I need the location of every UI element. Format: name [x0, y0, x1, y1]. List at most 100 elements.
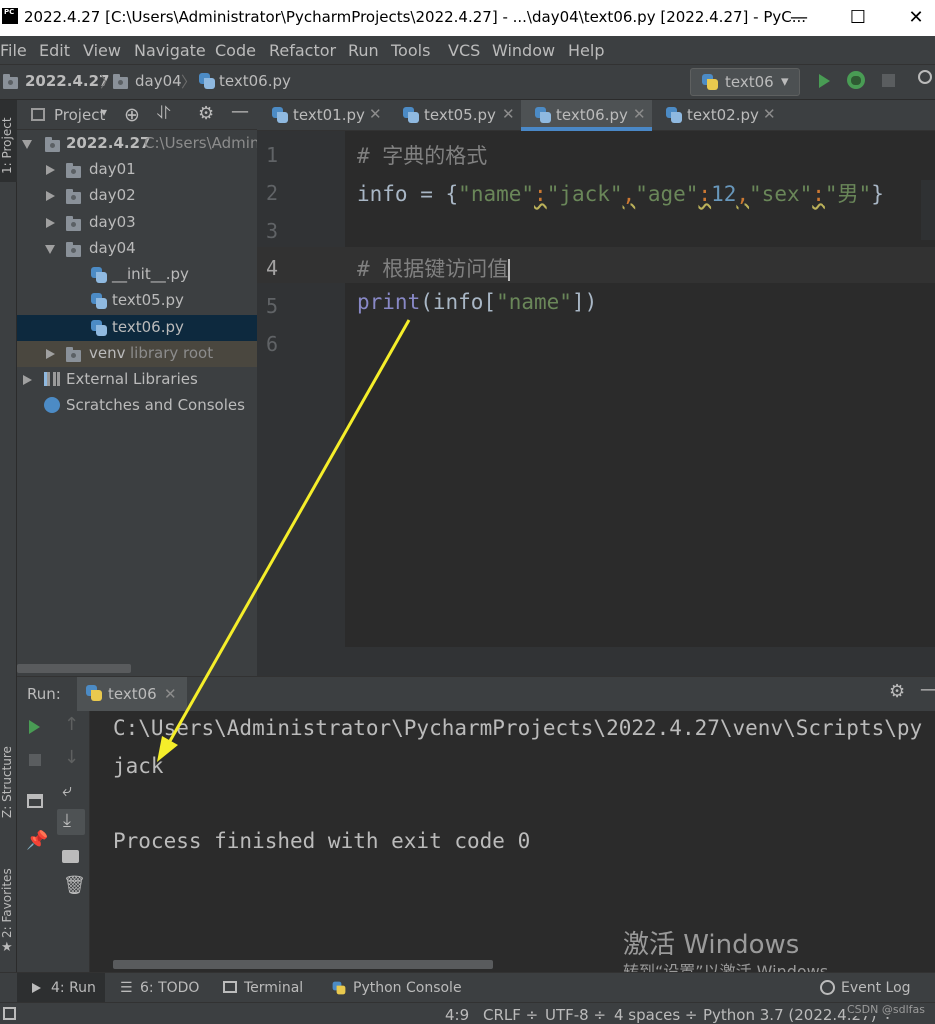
tool-window-bar: 4: Run ☰ 6: TODO Terminal Python Console…: [0, 972, 935, 1003]
editor-scroll-gutter: [921, 180, 935, 240]
breadcrumb-project[interactable]: 2022.4.27: [25, 72, 109, 90]
python-file-icon: [199, 73, 215, 89]
tree-item-init[interactable]: __init__.py: [17, 262, 257, 288]
menu-navigate[interactable]: Navigate: [134, 41, 206, 60]
breadcrumb-file[interactable]: text06.py: [219, 72, 291, 90]
code-editor[interactable]: [345, 131, 935, 647]
scroll-to-end-button[interactable]: ⤓: [57, 809, 85, 835]
csdn-credit-watermark: CSDN @sdlfas: [845, 1003, 927, 1016]
structure-side-tab[interactable]: Z: Structure: [0, 746, 14, 818]
menu-run[interactable]: Run: [348, 41, 379, 60]
project-panel-title[interactable]: Project: [54, 106, 105, 124]
file-encoding[interactable]: UTF-8 ÷: [545, 1006, 606, 1024]
python-file-icon: [91, 293, 107, 309]
menu-view[interactable]: View: [83, 41, 121, 60]
tool-run-button[interactable]: 4: Run: [17, 973, 105, 1003]
rerun-button[interactable]: [29, 720, 40, 734]
tab-text06-active[interactable]: text06.py ✕: [521, 100, 652, 131]
folder-icon: [113, 74, 128, 89]
chevron-down-icon[interactable]: ▾: [101, 105, 107, 119]
tree-item-day01[interactable]: day01: [17, 157, 257, 183]
caret-position[interactable]: 4:9: [445, 1006, 469, 1024]
menu-file[interactable]: File: [0, 41, 27, 60]
debug-bug-icon[interactable]: [847, 71, 865, 89]
menu-window[interactable]: Window: [492, 41, 555, 60]
layout-icon[interactable]: [27, 794, 43, 808]
menu-edit[interactable]: Edit: [39, 41, 70, 60]
collapsed-arrow-icon: [23, 375, 32, 385]
tab-text01[interactable]: text01.py ✕: [257, 100, 388, 131]
tree-item-day04[interactable]: day04: [17, 236, 257, 262]
stop-button[interactable]: [882, 74, 895, 87]
tree-item-scratches[interactable]: Scratches and Consoles: [17, 393, 257, 419]
tool-terminal-button[interactable]: Terminal: [244, 980, 303, 996]
console-output-line: jack: [113, 754, 164, 778]
menu-refactor[interactable]: Refactor: [269, 41, 336, 60]
tree-item-day02[interactable]: day02: [17, 183, 257, 209]
stop-button[interactable]: [29, 754, 41, 766]
menu-code[interactable]: Code: [215, 41, 256, 60]
tree-item-label: day04: [89, 239, 136, 257]
locate-target-icon[interactable]: ⊕: [124, 104, 140, 126]
tree-item-label: __init__.py: [112, 265, 189, 283]
tree-item-day03[interactable]: day03: [17, 210, 257, 236]
gear-icon[interactable]: ⚙: [198, 103, 214, 124]
python-file-icon: [403, 107, 419, 123]
close-tab-icon[interactable]: ✕: [633, 105, 646, 123]
close-tab-icon[interactable]: ✕: [763, 105, 776, 123]
horizontal-scrollbar[interactable]: [17, 664, 131, 673]
line-number: 5: [266, 294, 279, 318]
trash-icon[interactable]: 🗑: [63, 875, 86, 896]
collapse-all-icon[interactable]: ⥯: [157, 103, 170, 124]
menu-vcs[interactable]: VCS: [448, 41, 480, 60]
close-window-button[interactable]: ✕: [893, 4, 935, 32]
pin-icon[interactable]: 📌: [26, 830, 48, 851]
maximize-button[interactable]: ☐: [835, 4, 881, 32]
text-cursor: [508, 259, 511, 281]
run-icon: [32, 983, 41, 993]
close-tab-icon[interactable]: ✕: [164, 685, 177, 703]
code-token: # 根据键访问值: [357, 257, 509, 281]
breadcrumb-folder[interactable]: day04: [135, 72, 182, 90]
folder-icon: [66, 189, 81, 204]
soft-wrap-icon[interactable]: ⤶: [62, 780, 72, 801]
run-button[interactable]: [819, 74, 830, 88]
menu-help[interactable]: Help: [568, 41, 604, 60]
run-tab-text06[interactable]: text06 ✕: [77, 677, 187, 712]
tree-item-text06-selected[interactable]: text06.py: [17, 315, 257, 341]
gear-icon[interactable]: ⚙: [889, 681, 905, 702]
tree-root[interactable]: 2022.4.27 C:\Users\Admin: [17, 131, 259, 157]
hide-panel-icon[interactable]: —: [920, 679, 935, 700]
tree-item-label: Scratches and Consoles: [66, 396, 245, 414]
run-configuration-name: text06: [725, 73, 774, 91]
tool-todo-button[interactable]: 6: TODO: [140, 980, 199, 996]
favorites-side-tab[interactable]: 2: Favorites: [0, 868, 14, 938]
close-tab-icon[interactable]: ✕: [369, 105, 382, 123]
tab-label: text01.py: [293, 106, 365, 124]
editor-tab-bar: text01.py ✕ text05.py ✕ text06.py ✕ text…: [257, 100, 935, 131]
tool-python-console-button[interactable]: Python Console: [353, 980, 462, 996]
tree-item-venv[interactable]: venv library root: [17, 341, 257, 367]
project-side-tab-label: 1: Project: [0, 117, 14, 174]
close-tab-icon[interactable]: ✕: [502, 105, 515, 123]
indent-setting[interactable]: 4 spaces ÷: [614, 1006, 697, 1024]
event-log-button[interactable]: Event Log: [841, 980, 911, 996]
run-configuration-select[interactable]: text06 ▾: [690, 68, 800, 96]
arrow-up-icon[interactable]: ↑: [64, 714, 79, 735]
arrow-down-icon[interactable]: ↓: [64, 747, 79, 768]
tab-text02[interactable]: text02.py ✕: [654, 100, 785, 131]
code-line-5: print(info["name"]): [357, 290, 597, 314]
tab-text05[interactable]: text05.py ✕: [390, 100, 521, 131]
line-separator[interactable]: CRLF ÷: [483, 1006, 538, 1024]
minimize-button[interactable]: —: [776, 4, 822, 32]
collapsed-arrow-icon: [46, 165, 55, 175]
tree-item-external-libraries[interactable]: External Libraries: [17, 367, 257, 393]
print-icon[interactable]: [62, 850, 79, 863]
toggle-tool-windows-icon[interactable]: [3, 1007, 16, 1020]
search-icon[interactable]: [918, 70, 932, 84]
tree-item-label: day02: [89, 186, 136, 204]
hide-panel-icon[interactable]: —: [231, 101, 249, 122]
console-horizontal-scrollbar[interactable]: [113, 960, 493, 969]
tree-item-text05[interactable]: text05.py: [17, 288, 257, 314]
menu-tools[interactable]: Tools: [391, 41, 430, 60]
